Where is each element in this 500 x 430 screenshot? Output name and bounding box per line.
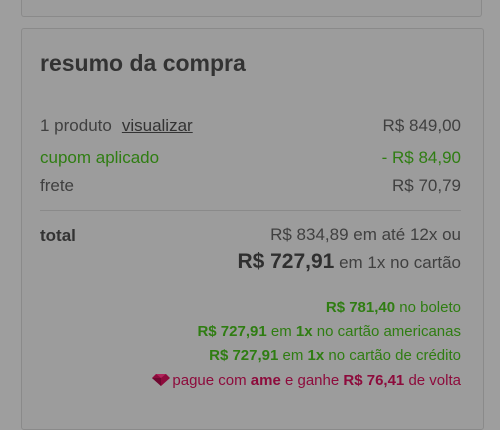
diamond-gem-icon: [152, 374, 171, 386]
previous-card: [21, 0, 482, 17]
boleto-offer: R$ 781,40 no boleto: [326, 299, 461, 316]
credit-card-mid: em: [282, 347, 304, 364]
ame-pre-text: pague com: [172, 372, 247, 389]
americanas-card-amount: R$ 727,91: [197, 323, 267, 340]
shipping-value: R$ 70,79: [392, 176, 461, 195]
americanas-card-offer: R$ 727,91 em 1x no cartão americanas: [197, 323, 461, 340]
total-single-amount: R$ 727,91: [237, 250, 335, 273]
boleto-text: no boleto: [399, 299, 461, 316]
ame-cashback-offer: pague com ame e ganhe R$ 76,41 de volta: [152, 372, 461, 389]
credit-card-offer: R$ 727,91 em 1x no cartão de crédito: [209, 347, 461, 364]
products-price: R$ 849,00: [382, 116, 461, 135]
americanas-card-mid: em: [270, 323, 292, 340]
view-products-link[interactable]: visualizar: [122, 116, 193, 135]
ame-mid-text: e ganhe: [284, 372, 340, 389]
total-single-suffix: em 1x no cartão: [339, 253, 461, 272]
shipping-label: frete: [40, 176, 75, 195]
credit-card-text: no cartão de crédito: [328, 347, 461, 364]
coupon-value: - R$ 84,90: [381, 148, 461, 167]
boleto-amount: R$ 781,40: [325, 299, 396, 316]
credit-card-amount: R$ 727,91: [209, 347, 279, 364]
americanas-card-text: no cartão americanas: [316, 323, 461, 340]
product-count: 1 produto: [40, 116, 112, 135]
credit-card-installments: 1x: [307, 347, 325, 364]
ame-cashback-amount: R$ 76,41: [343, 372, 405, 389]
total-installments: R$ 834,89 em até 12x ou: [270, 225, 461, 244]
ame-brand: ame: [250, 372, 281, 389]
total-label: total: [40, 226, 76, 245]
total-single-payment: R$ 727,91 em 1x no cartão: [237, 250, 461, 274]
summary-title: resumo da compra: [40, 50, 246, 76]
americanas-card-installments: 1x: [295, 323, 313, 340]
coupon-label: cupom aplicado: [40, 148, 160, 167]
divider: [40, 210, 461, 211]
ame-post-text: de volta: [408, 372, 461, 389]
